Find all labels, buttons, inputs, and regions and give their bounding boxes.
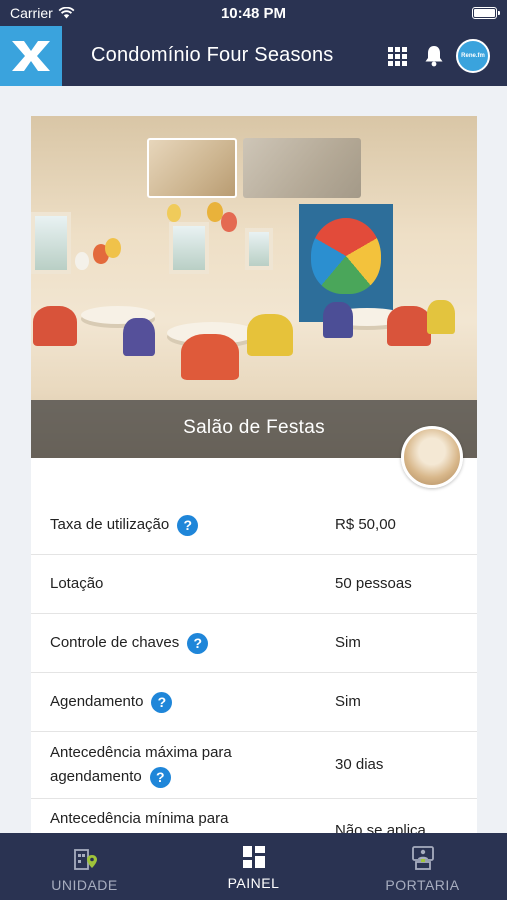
detail-row-key-control: Controle de chaves? Sim: [31, 614, 477, 673]
window: [31, 212, 71, 274]
detail-label: Antecedência mínima para: [50, 810, 229, 827]
detail-label: Taxa de utilização?: [50, 513, 199, 537]
help-icon[interactable]: ?: [177, 514, 199, 536]
detail-value: Sim: [335, 693, 361, 710]
user-avatar[interactable]: Rene.fm: [456, 39, 490, 73]
balloon: [221, 212, 237, 232]
detail-row-scheduling: Agendamento? Sim: [31, 673, 477, 732]
detail-value: Sim: [335, 634, 361, 651]
page-title: Condomínio Four Seasons: [91, 44, 334, 66]
status-bar: Carrier 10:48 PM: [0, 0, 507, 26]
gallery-thumbnail-2[interactable]: [243, 138, 361, 198]
chair: [387, 306, 431, 346]
balloon: [105, 238, 121, 258]
app-header: Condomínio Four Seasons Rene.fm: [0, 26, 507, 86]
balloon: [75, 252, 89, 270]
help-icon[interactable]: ?: [187, 632, 209, 654]
detail-value: 30 dias: [335, 756, 384, 773]
help-icon[interactable]: ?: [151, 691, 173, 713]
avatar-text: Rene.fm: [461, 53, 485, 59]
app-logo[interactable]: [0, 26, 62, 86]
balloon: [167, 204, 181, 222]
window: [169, 222, 209, 274]
tab-label: PAINEL: [227, 875, 280, 891]
concierge-icon: [411, 846, 434, 870]
dashboard-grid-icon: [242, 846, 265, 868]
detail-value: R$ 50,00: [335, 516, 396, 533]
detail-row-fee: Taxa de utilização? R$ 50,00: [31, 496, 477, 555]
chair: [181, 334, 239, 380]
detail-value: 50 pessoas: [335, 575, 412, 592]
amenity-photo[interactable]: Salão de Festas: [31, 116, 477, 458]
apps-grid-icon[interactable]: [388, 47, 407, 66]
window: [245, 228, 273, 270]
tab-portaria[interactable]: PORTARIA: [338, 833, 507, 900]
amenity-details-list: Taxa de utilização? R$ 50,00 Lotação 50 …: [31, 496, 477, 859]
gallery-thumbnail-1[interactable]: [147, 138, 237, 198]
logo-x-icon: [12, 41, 50, 71]
detail-label: Agendamento?: [50, 690, 173, 714]
amenity-card: Salão de Festas Taxa de utilização? R$ 5…: [31, 116, 477, 856]
amenity-name: Salão de Festas: [183, 417, 325, 438]
battery-icon: [472, 7, 500, 19]
tab-label: UNIDADE: [51, 877, 118, 893]
tab-unidade[interactable]: UNIDADE: [0, 833, 169, 900]
chair: [427, 300, 455, 334]
tab-label: PORTARIA: [385, 877, 460, 893]
chair: [33, 306, 77, 346]
status-time: 10:48 PM: [220, 5, 287, 22]
chair: [247, 314, 293, 356]
building-pin-icon: [73, 849, 97, 870]
amenity-avatar-thumbnail[interactable]: [401, 426, 463, 488]
bottom-tab-bar: UNIDADE PAINEL PORTARIA: [0, 833, 507, 900]
chair: [323, 302, 353, 338]
tab-painel[interactable]: PAINEL: [169, 833, 338, 900]
detail-row-capacity: Lotação 50 pessoas: [31, 555, 477, 614]
detail-label: Antecedência máxima para agendamento?: [50, 741, 232, 789]
help-icon[interactable]: ?: [149, 766, 171, 788]
chair: [123, 318, 155, 356]
detail-row-max-advance: Antecedência máxima para agendamento? 30 …: [31, 732, 477, 799]
notification-bell-icon[interactable]: [424, 45, 444, 67]
detail-label: Controle de chaves?: [50, 631, 209, 655]
detail-label: Lotação: [50, 575, 104, 592]
